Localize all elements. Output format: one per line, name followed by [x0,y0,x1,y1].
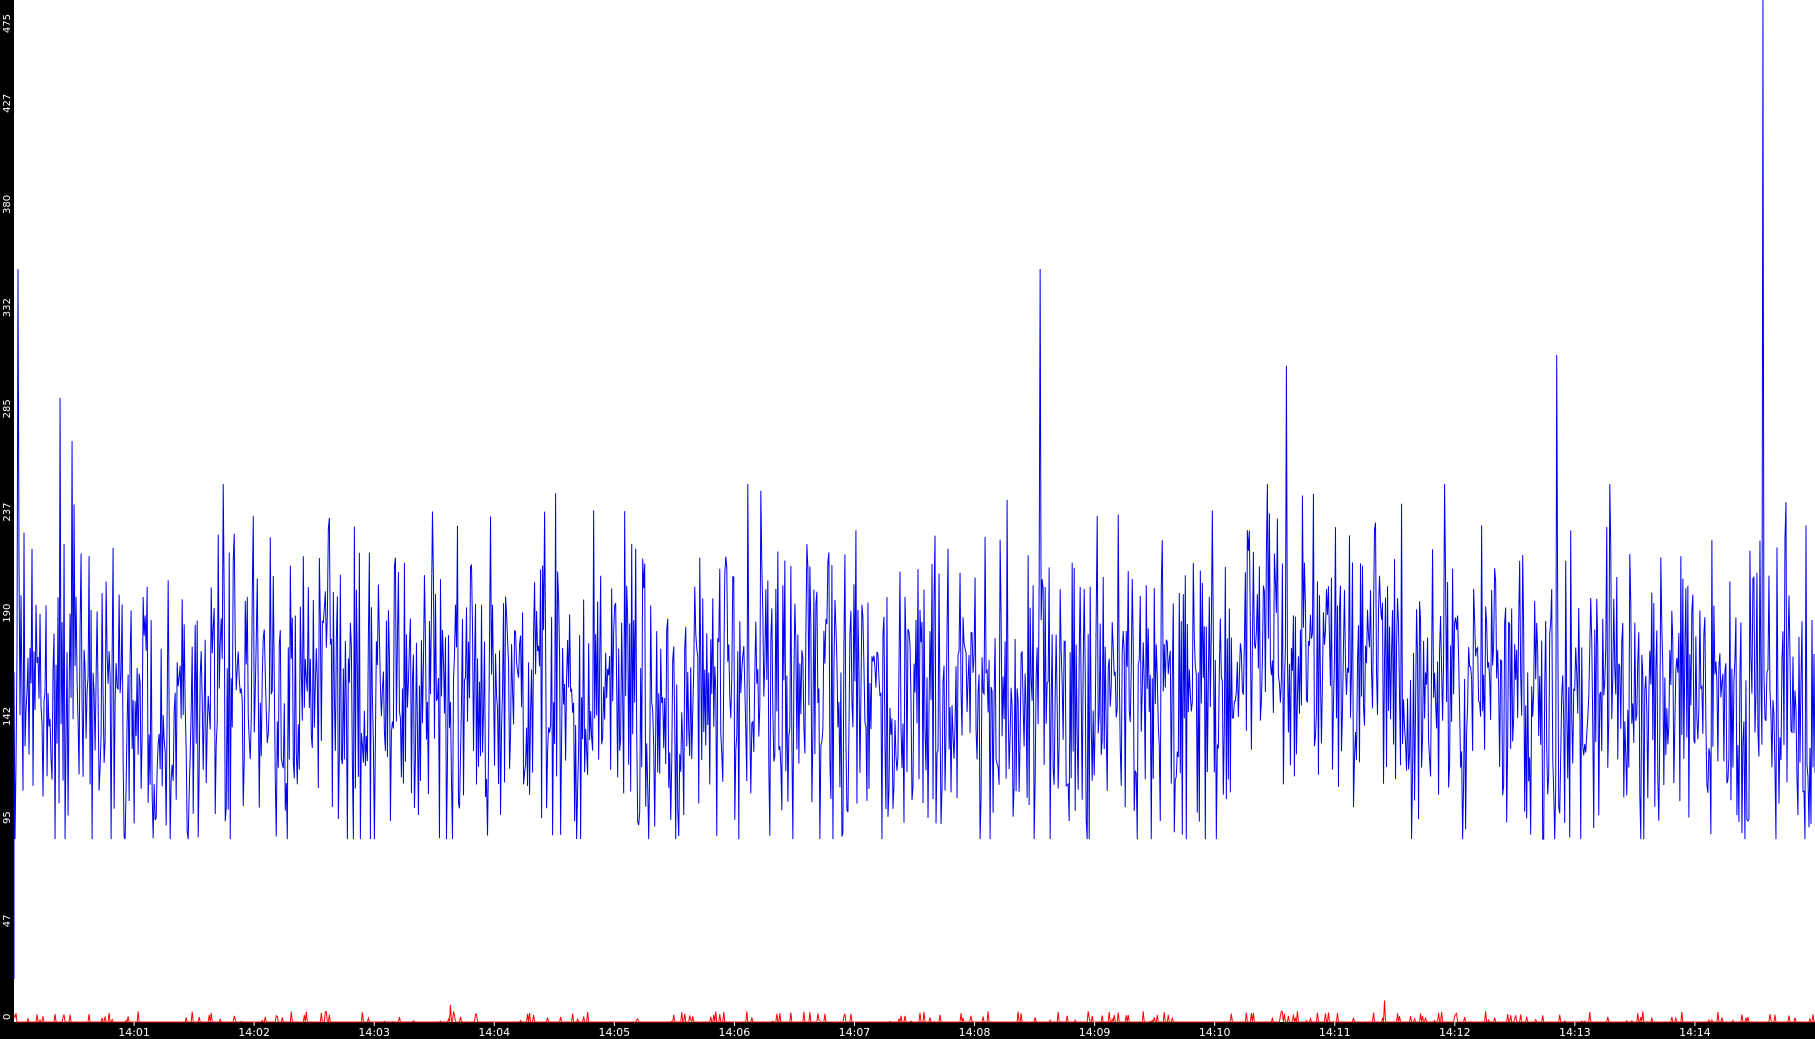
x-axis-bar [0,1022,1815,1039]
x-tick-label: 14:10 [1199,1026,1231,1039]
x-tick-label: 14:01 [118,1026,150,1039]
x-tick-label: 14:12 [1439,1026,1471,1039]
x-tick-label: 14:02 [238,1026,270,1039]
x-tick-label: 14:05 [598,1026,630,1039]
y-tick-label: 237 [2,503,13,522]
y-tick-label: 95 [2,811,13,824]
x-tick-label: 14:14 [1679,1026,1711,1039]
x-tick-label: 14:06 [719,1026,751,1039]
y-tick-label: 427 [2,94,13,113]
x-tick-label: 14:04 [478,1026,510,1039]
y-tick-label: 0 [2,1014,13,1020]
x-tick-label: 14:07 [839,1026,871,1039]
y-tick-label: 190 [2,604,13,623]
x-tick-label: 14:08 [959,1026,991,1039]
y-tick-label: 47 [2,915,13,928]
y-tick-label: 332 [2,298,13,317]
x-tick-label: 14:13 [1559,1026,1591,1039]
x-tick-label: 14:11 [1319,1026,1351,1039]
y-tick-label: 380 [2,195,13,214]
plot-background [0,0,1815,1039]
x-tick-label: 14:03 [358,1026,390,1039]
x-tick-label: 14:09 [1079,1026,1111,1039]
y-tick-label: 285 [2,399,13,418]
chart: 0 47 95 142 190 237 285 332 380 427 475 14:01 14:02… [0,0,1815,1039]
y-tick-label: 475 [2,14,13,33]
y-tick-label: 142 [2,707,13,726]
